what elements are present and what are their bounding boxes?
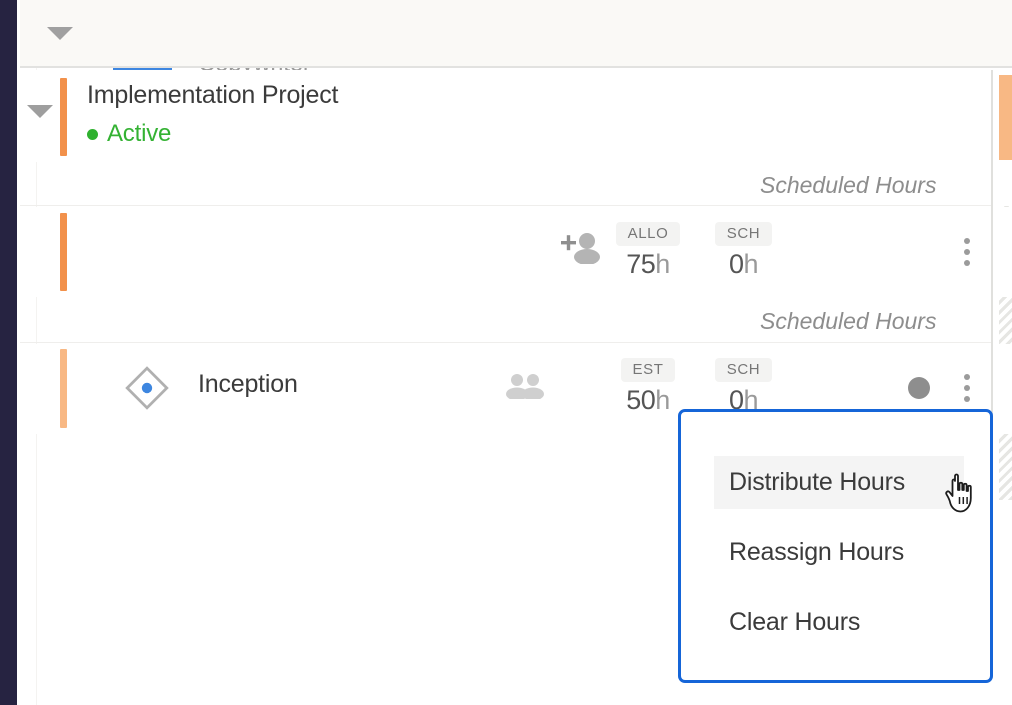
metric-number: 0 xyxy=(729,249,744,279)
metric-allocated: ALLO 75h xyxy=(606,222,690,280)
timeline-bar-segment[interactable] xyxy=(999,75,1012,160)
menu-item-reassign-hours[interactable]: Reassign Hours xyxy=(714,526,964,579)
metric-unit: h xyxy=(655,249,670,279)
add-person-icon[interactable] xyxy=(559,232,603,264)
project-status-label: Active xyxy=(107,120,171,148)
metric-unit: h xyxy=(655,385,670,415)
people-icon[interactable] xyxy=(505,373,545,399)
metric-scheduled-task: SCH 0h xyxy=(712,358,775,416)
scheduled-hours-label: Scheduled Hours xyxy=(760,172,936,199)
resource-accent-bar xyxy=(60,213,67,291)
task-accent-bar xyxy=(60,349,67,428)
project-title: Implementation Project xyxy=(87,81,338,110)
status-circle-gray-icon[interactable] xyxy=(908,377,930,399)
metric-unit: h xyxy=(744,249,759,279)
metric-value: 50h xyxy=(606,385,690,416)
project-expand-triangle-down-icon[interactable] xyxy=(27,105,53,118)
left-rail-edge xyxy=(17,0,20,705)
metric-chip-label: SCH xyxy=(715,222,772,246)
app-root: Implementation Project Active $19,857 3 … xyxy=(0,0,1012,705)
metric-value: 0h xyxy=(712,249,775,280)
metric-value: 75h xyxy=(606,249,690,280)
timeline-header-strip xyxy=(20,0,1012,68)
kebab-menu-icon[interactable] xyxy=(964,238,970,266)
metric-number: 50 xyxy=(626,385,655,415)
menu-item-clear-hours[interactable]: Clear Hours xyxy=(714,596,964,649)
metric-estimated: EST 50h xyxy=(606,358,690,416)
status-dot-green-icon xyxy=(87,129,98,140)
metric-scheduled-resource: SCH 0h xyxy=(712,222,775,280)
scheduled-hours-label: Scheduled Hours xyxy=(760,308,936,335)
metric-chip-label: ALLO xyxy=(616,222,681,246)
row-divider xyxy=(20,342,992,343)
context-menu: Distribute Hours Reassign Hours Clear Ho… xyxy=(678,409,993,683)
metric-chip-label: SCH xyxy=(715,358,772,382)
row-divider xyxy=(20,205,992,206)
resource-row[interactable] xyxy=(20,207,1012,297)
task-name: Inception xyxy=(198,370,298,399)
project-status: Active xyxy=(87,120,171,148)
project-accent-bar xyxy=(60,78,67,156)
kebab-menu-icon[interactable] xyxy=(964,374,970,402)
metric-number: 75 xyxy=(626,249,655,279)
metric-chip-label: EST xyxy=(621,358,676,382)
project-row[interactable]: Implementation Project Active xyxy=(20,70,1012,162)
milestone-diamond-icon xyxy=(124,365,170,411)
triangle-down-icon[interactable] xyxy=(47,27,73,40)
left-navigation-rail xyxy=(0,0,17,705)
menu-item-distribute-hours[interactable]: Distribute Hours xyxy=(714,456,964,509)
